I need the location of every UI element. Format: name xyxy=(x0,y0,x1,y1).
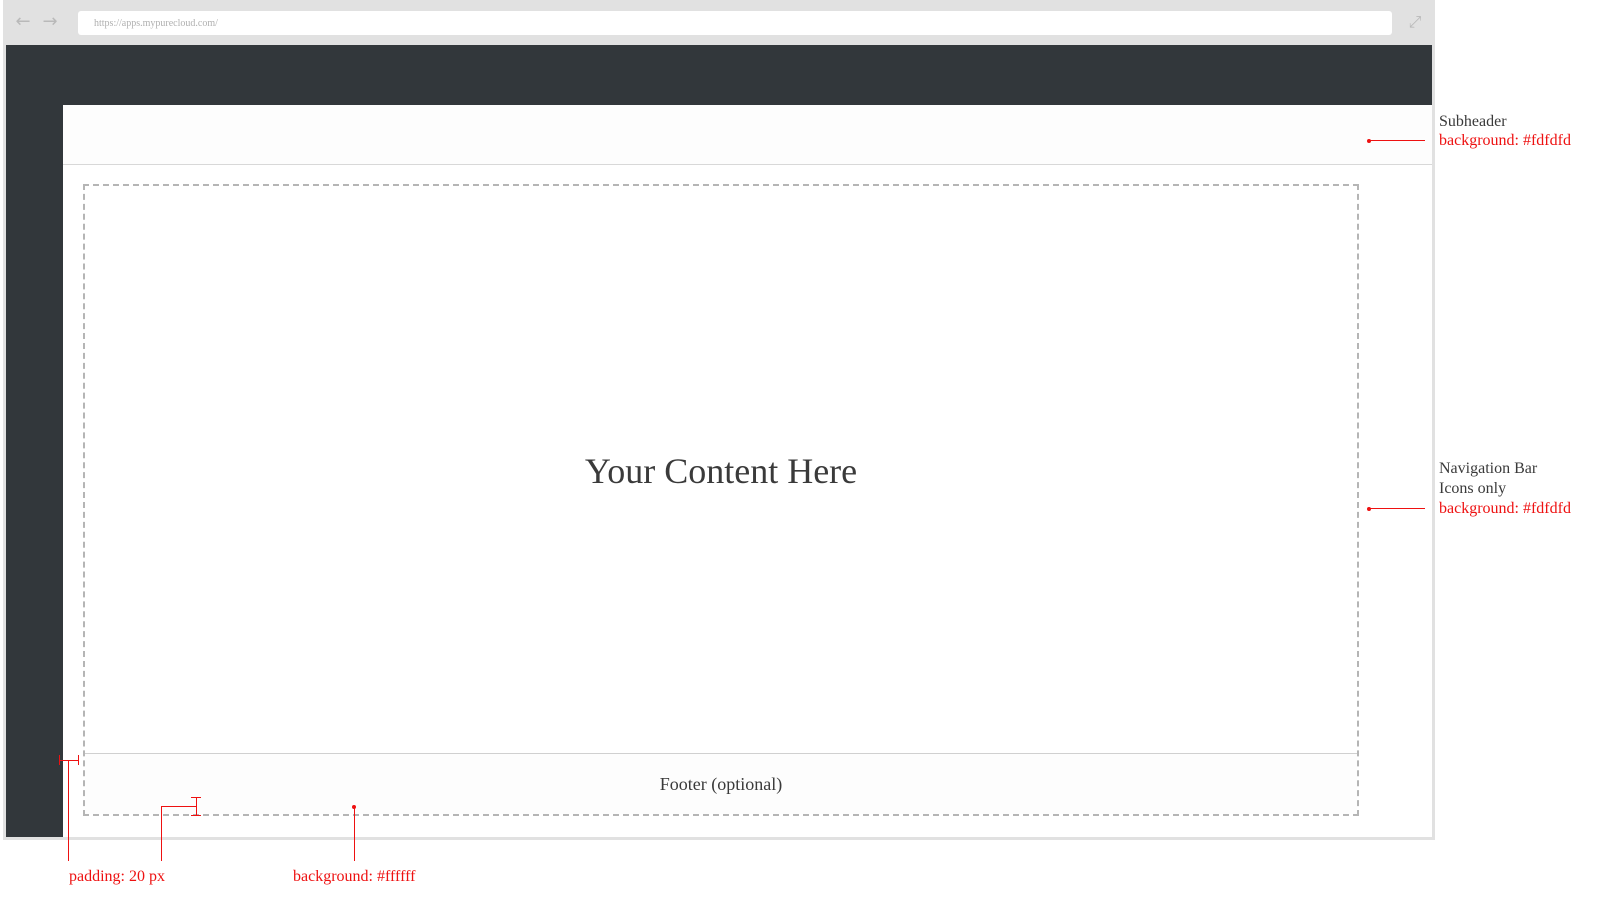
subheader xyxy=(63,105,1432,165)
nav-bar-annotation-title: Navigation Bar xyxy=(1439,460,1538,477)
footer: Footer (optional) xyxy=(85,753,1357,814)
padding-bracket-horizontal xyxy=(161,806,197,807)
stage: ← → ⤢ Your Content Here Footer (optional… xyxy=(0,0,1609,912)
subheader-annotation-title: Subheader xyxy=(1439,113,1507,130)
subheader-annotation-background: background: #fdfdfd xyxy=(1439,132,1571,149)
navigation-bar: Your Content Here Footer (optional) xyxy=(6,45,1432,837)
subheader-leader-line xyxy=(1369,140,1425,141)
padding-annotation: padding: 20 px xyxy=(69,868,165,885)
content-bg-leader-line xyxy=(354,807,355,861)
content-background-annotation: background: #ffffff xyxy=(293,868,416,885)
nav-bar-annotation-background: background: #fdfdfd xyxy=(1439,500,1571,517)
browser-toolbar: ← → ⤢ xyxy=(3,0,1435,44)
arrow-left-icon[interactable]: ← xyxy=(13,12,33,32)
padding-leader-line xyxy=(68,760,69,861)
arrow-right-icon[interactable]: → xyxy=(40,12,60,32)
padding-bracket-line xyxy=(59,760,79,761)
browser-window: ← → ⤢ Your Content Here Footer (optional… xyxy=(3,0,1435,840)
padding-leader-line-2 xyxy=(161,806,162,861)
app-panel: Your Content Here Footer (optional) xyxy=(63,105,1432,837)
nav-bar-annotation-subtitle: Icons only xyxy=(1439,480,1507,497)
expand-icon[interactable]: ⤢ xyxy=(1405,12,1425,32)
address-bar[interactable] xyxy=(78,11,1392,35)
content-placeholder: Your Content Here xyxy=(584,451,858,491)
content-area: Your Content Here Footer (optional) xyxy=(83,184,1359,816)
nav-bar-leader-line xyxy=(1369,508,1425,509)
